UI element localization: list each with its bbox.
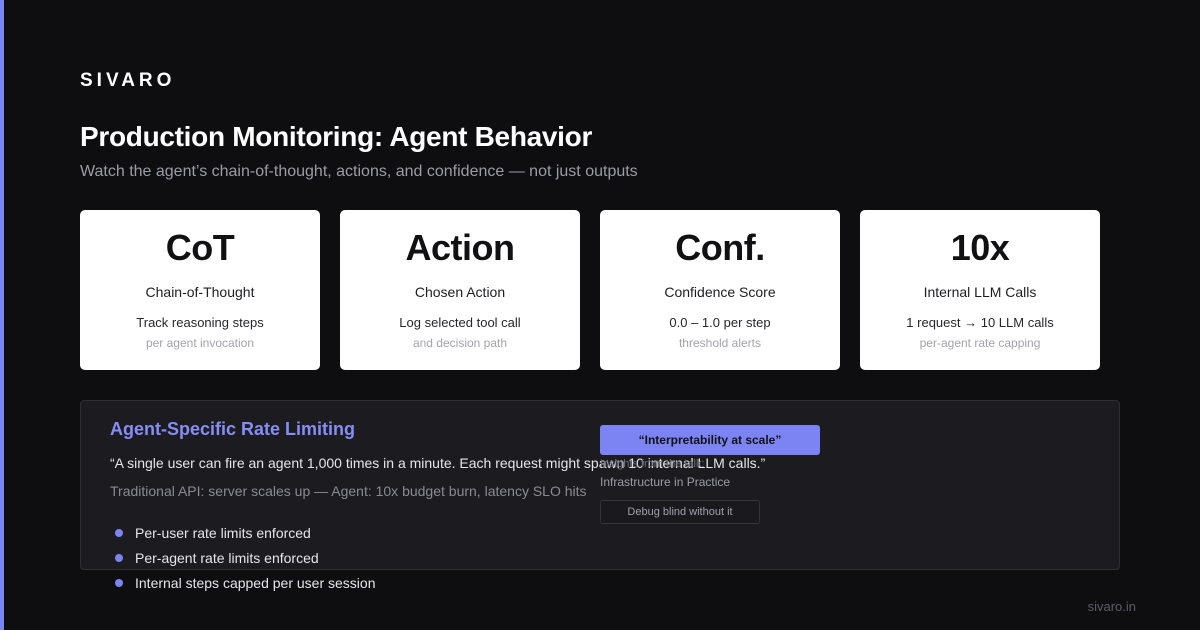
list-item: Per-agent rate limits enforced <box>115 545 375 570</box>
slide: SIVARO Production Monitoring: Agent Beha… <box>0 0 1200 630</box>
quote-badge: “Interpretability at scale” <box>600 425 820 455</box>
card-label: Internal LLM Calls <box>923 284 1037 300</box>
metric-cards: CoT Chain-of-Thought Track reasoning ste… <box>80 210 1100 370</box>
card-description: 0.0 – 1.0 per step <box>669 315 771 330</box>
metric-card-llm-calls: 10x Internal LLM Calls 1 request → 10 LL… <box>860 210 1100 370</box>
card-description: 1 request → 10 LLM calls <box>906 315 1054 330</box>
card-subtext: threshold alerts <box>678 336 762 350</box>
source-caption: Insights from the talk: <box>600 458 705 470</box>
card-subtext: per agent invocation <box>145 336 255 350</box>
card-subtext: and decision path <box>412 336 508 350</box>
card-description: Track reasoning steps <box>136 315 264 330</box>
metric-card-confidence: Conf. Confidence Score 0.0 – 1.0 per ste… <box>600 210 840 370</box>
card-description: Log selected tool call <box>399 315 521 330</box>
bullet-dot-icon <box>115 553 123 562</box>
card-value: 10x <box>950 227 1010 268</box>
card-value: Action <box>405 227 516 268</box>
bullet-dot-icon <box>115 578 123 587</box>
bullet-text: Per-user rate limits enforced <box>135 524 311 541</box>
card-subtext: per-agent rate capping <box>919 336 1041 350</box>
card-label: Chain-of-Thought <box>145 284 255 300</box>
metric-card-action: Action Chosen Action Log selected tool c… <box>340 210 580 370</box>
debug-tag: Debug blind without it <box>600 500 760 524</box>
bullet-text: Per-agent rate limits enforced <box>135 549 319 566</box>
panel-title: Agent-Specific Rate Limiting <box>110 419 356 439</box>
page-title: Production Monitoring: Agent Behavior <box>80 121 593 152</box>
list-item: Internal steps capped per user session <box>115 570 375 595</box>
bullet-list: Per-user rate limits enforced Per-agent … <box>115 520 375 595</box>
brand-logo: SIVARO <box>80 70 176 91</box>
card-value: CoT <box>165 227 235 268</box>
metric-card-cot: CoT Chain-of-Thought Track reasoning ste… <box>80 210 320 370</box>
card-value: Conf. <box>675 227 765 268</box>
accent-bar <box>0 0 4 630</box>
page-subtitle: Watch the agent’s chain-of-thought, acti… <box>80 163 638 180</box>
bullet-text: Internal steps capped per user session <box>135 574 376 591</box>
bullet-dot-icon <box>115 528 123 537</box>
list-item: Per-user rate limits enforced <box>115 520 375 545</box>
footer-url: sivaro.in <box>1087 599 1136 614</box>
card-label: Chosen Action <box>414 284 506 300</box>
panel-comparison: Traditional API: server scales up — Agen… <box>110 483 587 499</box>
card-label: Confidence Score <box>664 284 776 300</box>
source-subtitle: Infrastructure in Practice <box>600 475 731 489</box>
